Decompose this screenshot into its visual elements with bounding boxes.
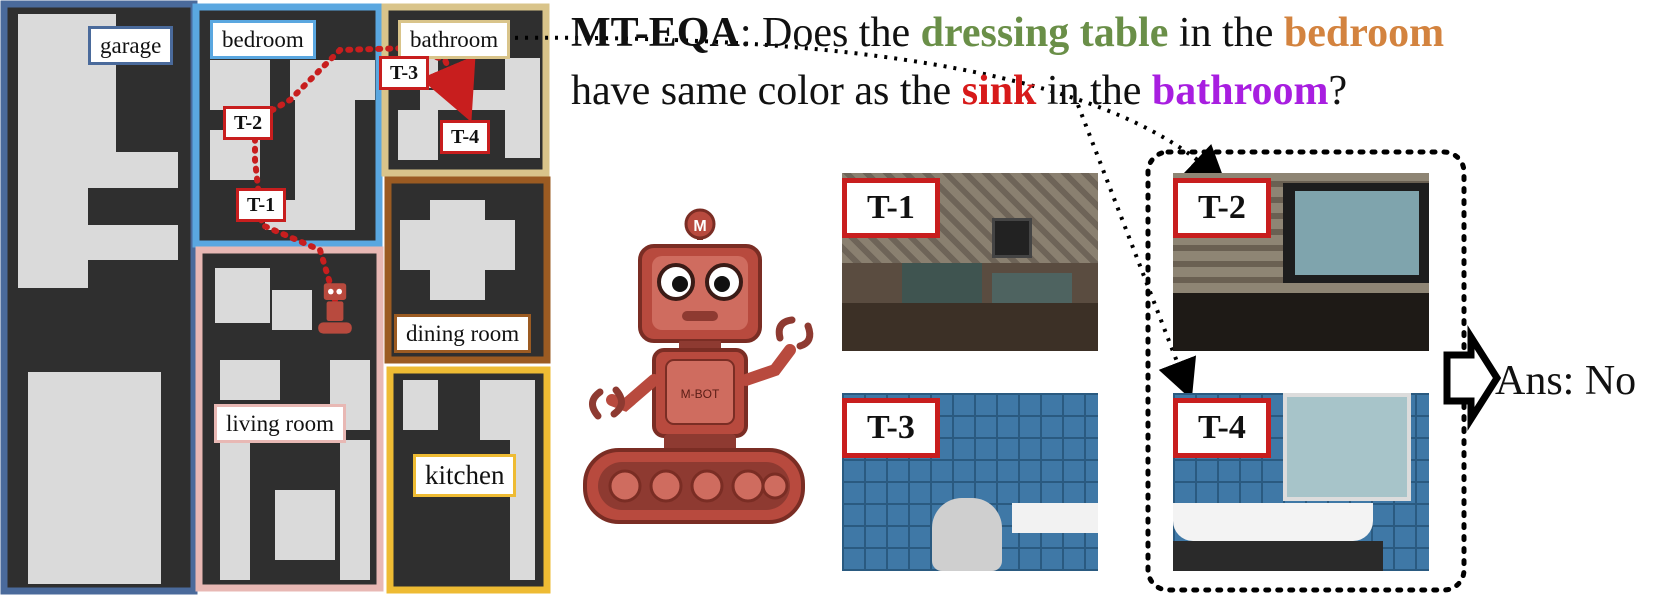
robot-mascot: M M-BOT [583, 208, 814, 524]
question-mid-2: in the [1036, 68, 1152, 114]
room-label-living-room: living room [214, 404, 346, 443]
question-room-1: bedroom [1283, 10, 1445, 56]
question-object-2: sink [961, 68, 1037, 114]
question-mid-1: in the [1168, 10, 1284, 56]
robot-badge: M [693, 218, 706, 235]
question-line-1: MT-EQA: Does the dressing table in the b… [571, 12, 1444, 54]
question-line-2: have same color as the sink in the bathr… [571, 70, 1347, 112]
question-sep: : Does the [739, 10, 921, 56]
question-object-1: dressing table [920, 10, 1169, 56]
answer-arrow-icon [1443, 324, 1502, 432]
room-label-dining-room: dining room [394, 314, 532, 353]
map-tag-t4: T-4 [440, 120, 491, 154]
question-prefix: MT-EQA [571, 10, 740, 56]
room-label-bedroom: bedroom [210, 20, 316, 59]
robot-chest-label: M-BOT [681, 387, 720, 401]
frame-tag-t3: T-3 [842, 398, 940, 458]
frame-tag-t1: T-1 [842, 178, 940, 238]
room-label-bathroom: bathroom [398, 20, 511, 59]
map-tag-t1: T-1 [236, 188, 287, 222]
answer-text: Ans: No [1495, 358, 1637, 404]
frame-tag-t4: T-4 [1173, 398, 1271, 458]
map-tag-t2: T-2 [223, 106, 274, 140]
frame-tag-t2: T-2 [1173, 178, 1271, 238]
room-label-garage: garage [88, 26, 174, 65]
room-label-kitchen: kitchen [413, 454, 517, 497]
question-end: ? [1328, 68, 1348, 114]
map-tag-t3: T-3 [379, 56, 430, 90]
question-line2-a: have same color as the [571, 68, 962, 114]
garage-room [0, 0, 198, 595]
question-room-2: bathroom [1151, 68, 1329, 114]
